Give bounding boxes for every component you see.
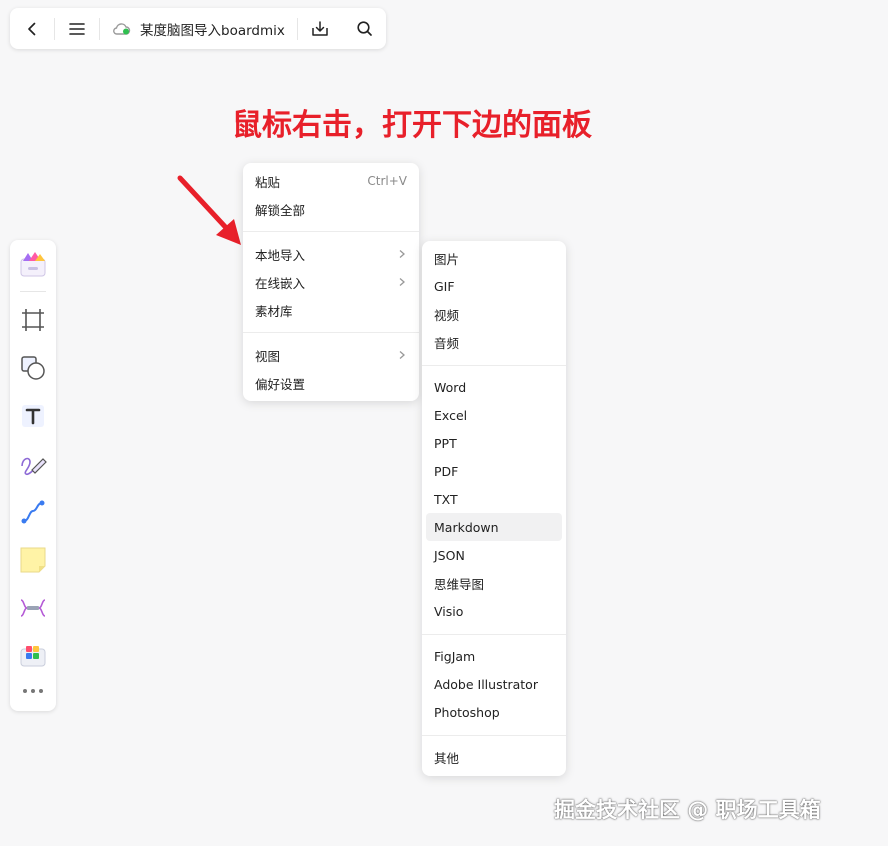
menu-item-label: Markdown — [434, 519, 499, 535]
submenu-item-excel[interactable]: Excel — [426, 401, 562, 429]
menu-item-label: 图片 — [434, 251, 460, 267]
menu-item-label: PPT — [434, 435, 457, 451]
menu-item-label: 其他 — [434, 750, 460, 766]
submenu-item-illustrator[interactable]: Adobe Illustrator — [426, 670, 562, 698]
submenu-item-video[interactable]: 视频 — [426, 300, 562, 328]
menu-item-online-embed[interactable]: 在线嵌入 — [247, 268, 415, 296]
shortcut-hint: Ctrl+V — [367, 174, 407, 188]
more-tools-button[interactable] — [10, 676, 56, 706]
submenu-item-gif[interactable]: GIF — [426, 272, 562, 300]
import-submenu: 图片 GIF 视频 音频 Word Excel PPT PDF TXT Mark… — [422, 241, 566, 776]
menu-item-label: GIF — [434, 278, 455, 294]
menu-divider — [243, 231, 419, 232]
chevron-right-icon — [399, 351, 405, 359]
menu-item-label: PDF — [434, 463, 459, 479]
menu-item-label: FigJam — [434, 648, 476, 664]
menu-divider — [422, 365, 566, 366]
menu-item-label: JSON — [434, 547, 465, 563]
menu-item-label: Photoshop — [434, 704, 500, 720]
menu-item-label: 粘贴 — [255, 174, 281, 190]
menu-item-label: Excel — [434, 407, 468, 423]
watermark-text: 掘金技术社区 @ 职场工具箱 — [554, 798, 821, 822]
menu-item-label: Visio — [434, 603, 464, 619]
pen-icon — [21, 457, 47, 476]
shape-icon — [21, 356, 45, 380]
submenu-item-ppt[interactable]: PPT — [426, 429, 562, 457]
sticky-note-icon — [20, 547, 46, 573]
main-menu-button[interactable] — [55, 8, 99, 49]
submenu-item-pdf[interactable]: PDF — [426, 457, 562, 485]
connector-icon — [21, 500, 45, 524]
menu-divider — [422, 634, 566, 635]
menu-item-label: 思维导图 — [434, 576, 485, 592]
submenu-item-image[interactable]: 图片 — [426, 244, 562, 272]
menu-item-label: 视图 — [255, 348, 281, 364]
shape-tool[interactable] — [10, 348, 56, 388]
chevron-left-icon — [28, 22, 36, 35]
template-icon — [20, 252, 46, 277]
document-title-text: 某度脑图导入boardmix — [140, 22, 285, 39]
menu-item-view[interactable]: 视图 — [247, 341, 415, 369]
menu-item-label: 音频 — [434, 335, 460, 351]
menu-item-preferences[interactable]: 偏好设置 — [247, 369, 415, 397]
menu-divider — [243, 332, 419, 333]
menu-item-label: 解锁全部 — [255, 202, 306, 218]
more-icon — [23, 689, 43, 693]
context-menu: 粘贴 Ctrl+V 解锁全部 本地导入 在线嵌入 素材库 视图 偏好设置 — [243, 163, 419, 401]
top-toolbar: 某度脑图导入boardmix — [10, 8, 386, 49]
submenu-item-visio[interactable]: Visio — [426, 597, 562, 625]
menu-item-label: 视频 — [434, 307, 460, 323]
text-icon — [22, 405, 44, 427]
submenu-item-other[interactable]: 其他 — [426, 743, 562, 771]
menu-item-label: 在线嵌入 — [255, 275, 306, 291]
menu-item-label: Adobe Illustrator — [434, 676, 538, 692]
cloud-sync-icon — [113, 22, 131, 35]
back-button[interactable] — [10, 8, 54, 49]
hamburger-menu-icon — [69, 22, 85, 35]
sticky-note-tool[interactable] — [10, 540, 56, 580]
search-button[interactable] — [342, 8, 386, 49]
submenu-item-json[interactable]: JSON — [426, 541, 562, 569]
submenu-item-photoshop[interactable]: Photoshop — [426, 698, 562, 726]
document-title[interactable]: 某度脑图导入boardmix — [100, 19, 297, 39]
frame-icon — [22, 309, 44, 331]
pen-tool[interactable] — [10, 444, 56, 484]
menu-item-label: 素材库 — [255, 303, 293, 319]
annotation-arrow-icon — [177, 175, 241, 245]
left-toolbar — [10, 240, 56, 711]
toolbar-divider — [20, 291, 46, 292]
download-icon — [312, 20, 328, 36]
template-tool[interactable] — [10, 244, 56, 284]
frame-tool[interactable] — [10, 300, 56, 340]
search-icon — [356, 21, 372, 36]
submenu-item-word[interactable]: Word — [426, 373, 562, 401]
submenu-item-txt[interactable]: TXT — [426, 485, 562, 513]
widget-tool[interactable] — [10, 636, 56, 676]
submenu-item-audio[interactable]: 音频 — [426, 328, 562, 356]
menu-divider — [422, 735, 566, 736]
annotation-text: 鼠标右击，打开下边的面板 — [232, 108, 592, 143]
menu-item-label: Word — [434, 379, 467, 395]
widget-icon — [20, 646, 46, 667]
submenu-item-mindmap[interactable]: 思维导图 — [426, 569, 562, 597]
text-tool[interactable] — [10, 396, 56, 436]
menu-item-unlock-all[interactable]: 解锁全部 — [247, 195, 415, 223]
menu-item-asset-library[interactable]: 素材库 — [247, 296, 415, 324]
mindmap-icon — [20, 599, 46, 617]
submenu-item-markdown[interactable]: Markdown — [426, 513, 562, 541]
menu-item-label: 偏好设置 — [255, 376, 306, 392]
chevron-right-icon — [399, 250, 405, 258]
chevron-right-icon — [399, 278, 405, 286]
menu-item-label: 本地导入 — [255, 247, 306, 263]
connector-tool[interactable] — [10, 492, 56, 532]
mindmap-tool[interactable] — [10, 588, 56, 628]
menu-item-local-import[interactable]: 本地导入 — [247, 240, 415, 268]
submenu-item-figjam[interactable]: FigJam — [426, 642, 562, 670]
menu-item-paste[interactable]: 粘贴 Ctrl+V — [247, 167, 415, 195]
export-button[interactable] — [298, 8, 342, 49]
menu-item-label: TXT — [434, 491, 458, 507]
